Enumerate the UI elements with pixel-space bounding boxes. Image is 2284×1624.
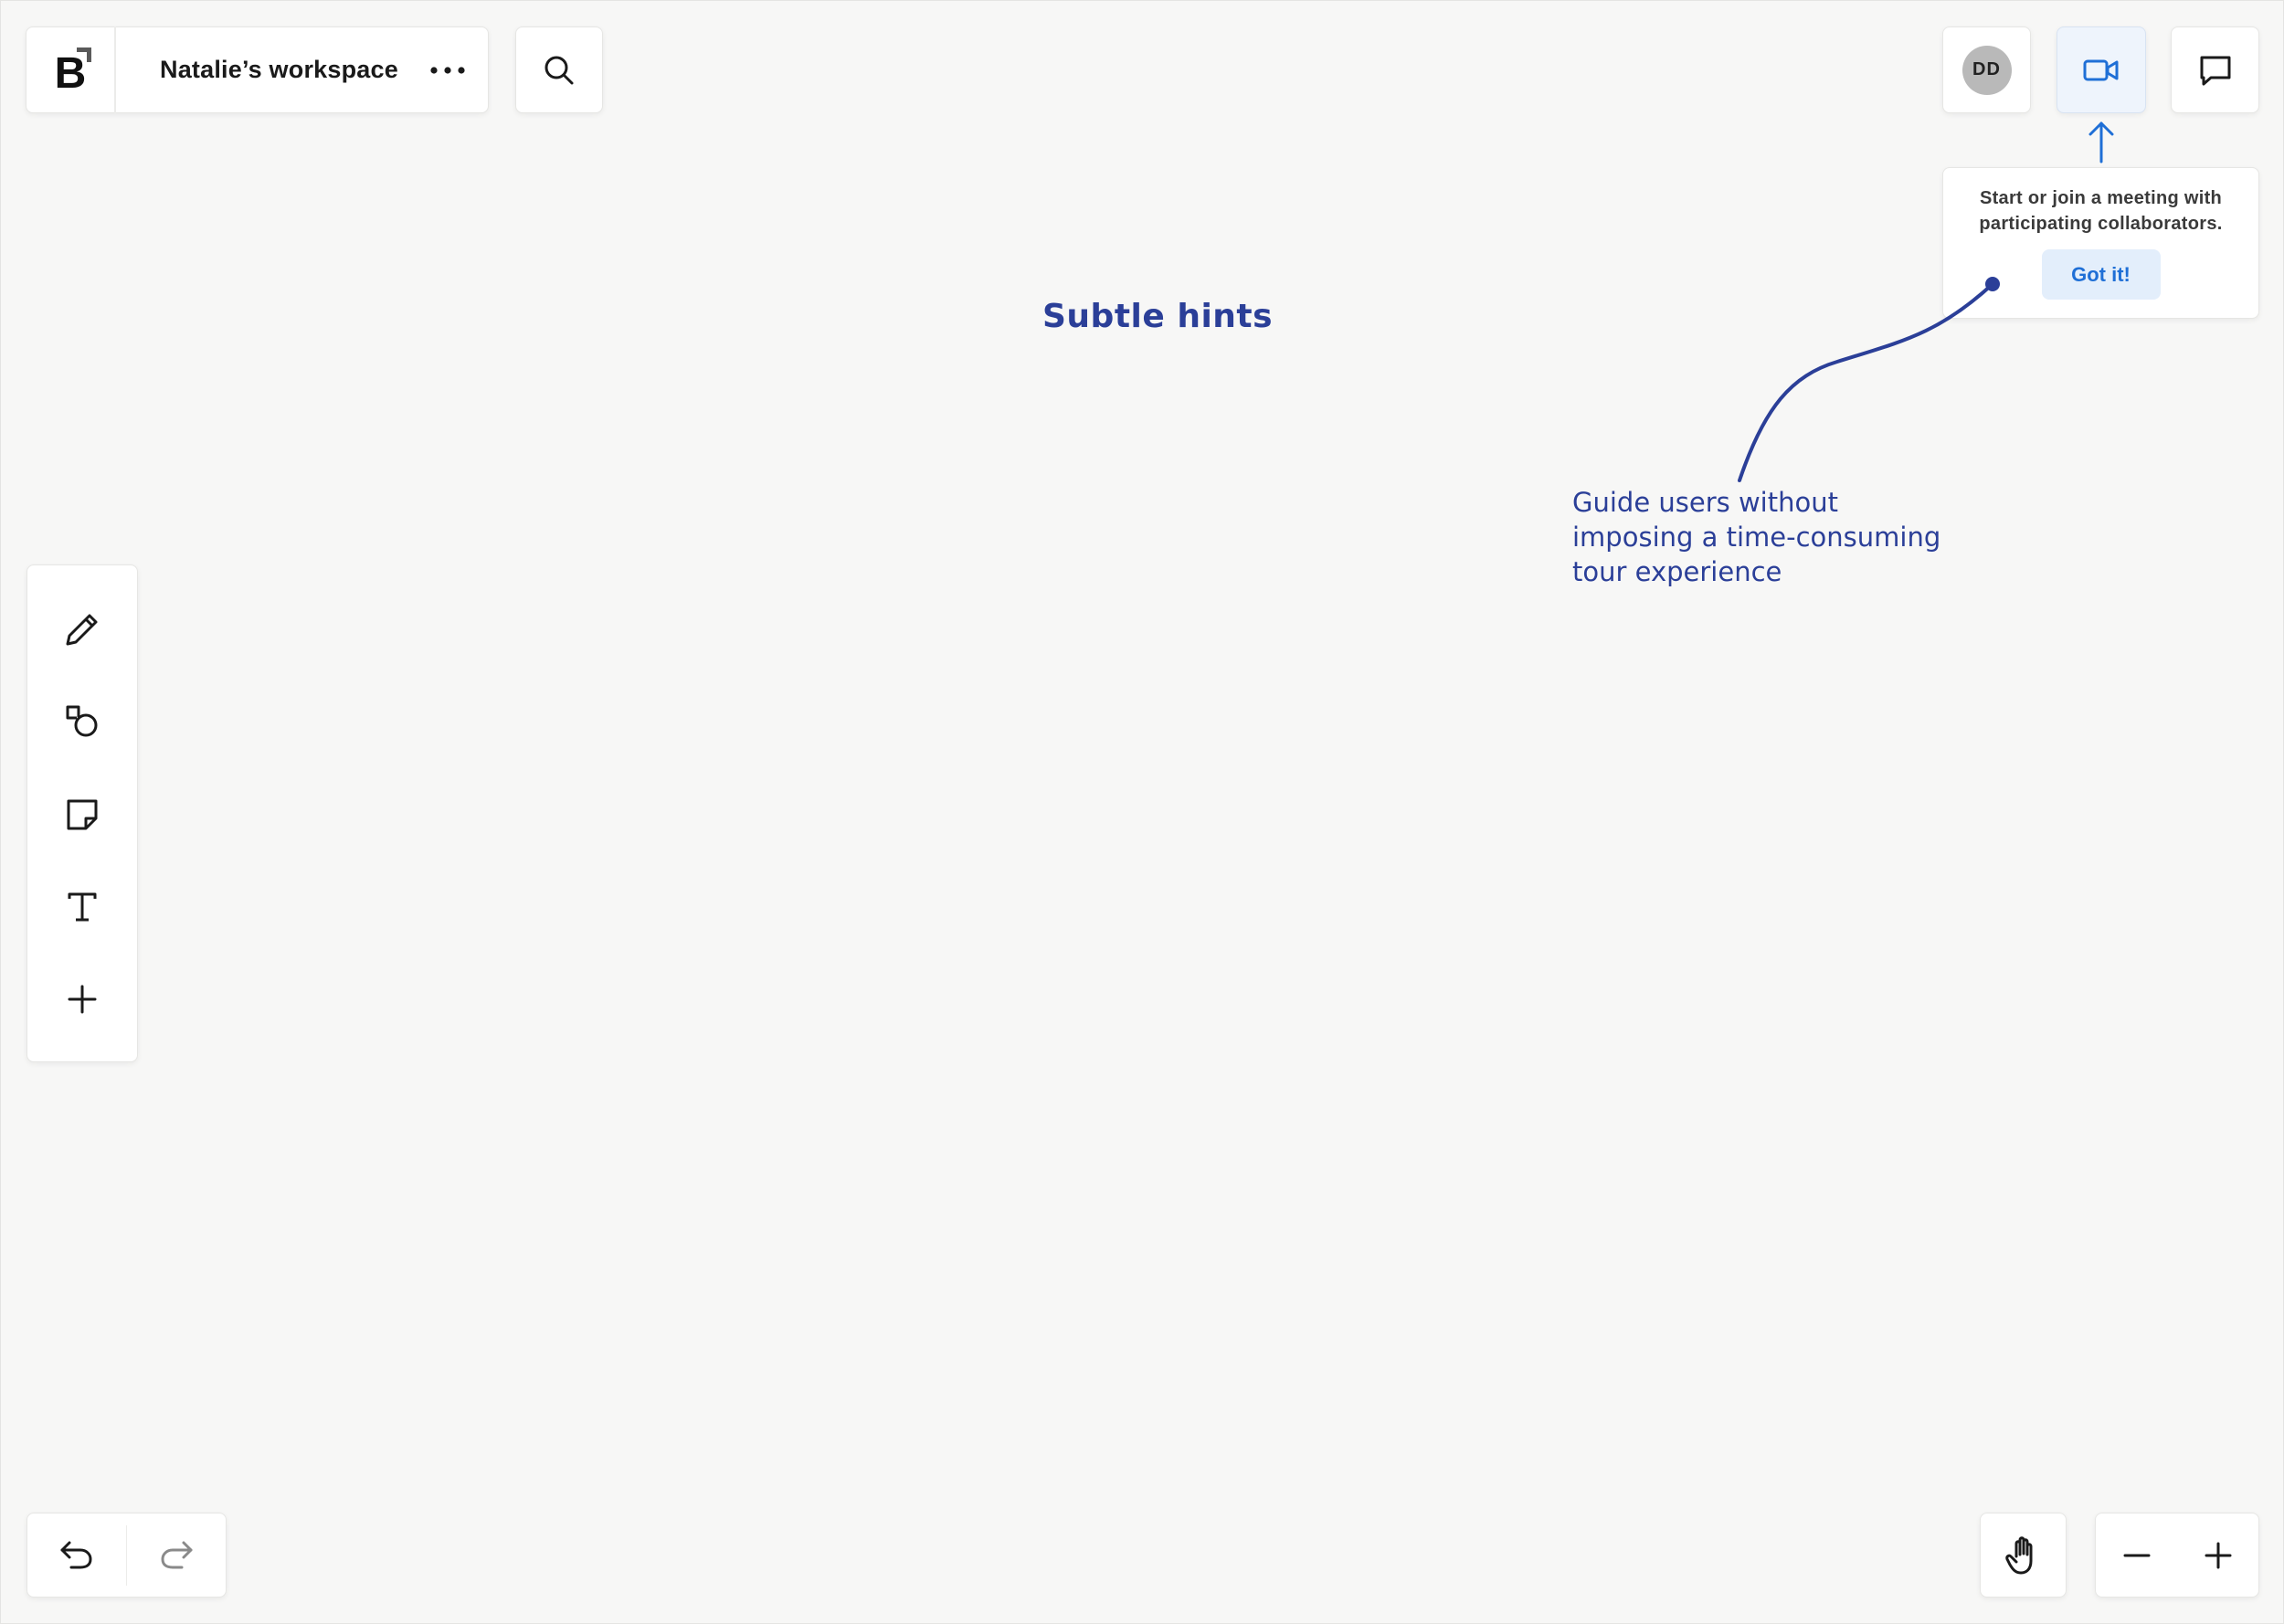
zoom-in-button[interactable] (2191, 1528, 2246, 1583)
redo-icon (161, 1541, 193, 1568)
pen-tool-button[interactable] (50, 598, 114, 659)
zoom-controls (2095, 1513, 2259, 1598)
video-camera-icon (2083, 59, 2119, 80)
hand-icon (2004, 1535, 2032, 1574)
search-icon (545, 56, 574, 84)
plus-icon (68, 985, 97, 1014)
arrow-up-icon (2088, 121, 2114, 163)
sticky-note-tool-button[interactable] (50, 784, 114, 845)
sticky-note-icon (67, 799, 98, 830)
shapes-icon (66, 705, 98, 737)
workspace-header: B Natalie’s workspace (26, 26, 489, 113)
drawing-toolbar (26, 564, 138, 1062)
text-tool-button[interactable] (50, 876, 114, 937)
annotation-title: Subtle hints (1042, 298, 1274, 335)
pan-tool-button[interactable] (1980, 1513, 2067, 1598)
undo-icon (60, 1541, 92, 1568)
pencil-icon (66, 614, 98, 646)
annotation-connector (1738, 277, 2000, 482)
shapes-tool-button[interactable] (50, 691, 114, 752)
undo-button[interactable] (27, 1513, 126, 1598)
got-it-button[interactable]: Got it! (2041, 249, 2161, 300)
video-meeting-button[interactable] (2057, 26, 2146, 113)
comments-button[interactable] (2171, 26, 2259, 113)
annotation-body: Guide users without imposing a time-cons… (1572, 487, 1941, 587)
plus-icon (2205, 1542, 2231, 1568)
avatar: DD (1961, 45, 2012, 95)
zoom-out-button[interactable] (2110, 1528, 2164, 1583)
add-tool-button[interactable] (50, 969, 114, 1030)
workspace-name[interactable]: Natalie’s workspace (160, 56, 398, 84)
more-options-button[interactable] (428, 52, 468, 89)
tooltip-text: Start or join a meeting with participati… (1979, 188, 2223, 234)
search-button[interactable] (515, 26, 603, 113)
redo-button[interactable] (127, 1513, 226, 1598)
more-horizontal-icon (430, 66, 465, 74)
minus-icon (2123, 1554, 2150, 1556)
text-icon (68, 892, 97, 922)
app-logo[interactable]: B (26, 26, 116, 113)
whiteboard-canvas[interactable]: B Natalie’s workspace DD Start or join a… (0, 0, 2284, 1624)
chat-bubble-icon (2200, 56, 2230, 85)
logo-mark-icon (77, 47, 91, 62)
history-controls (26, 1513, 227, 1598)
user-avatar-button[interactable]: DD (1942, 26, 2031, 113)
